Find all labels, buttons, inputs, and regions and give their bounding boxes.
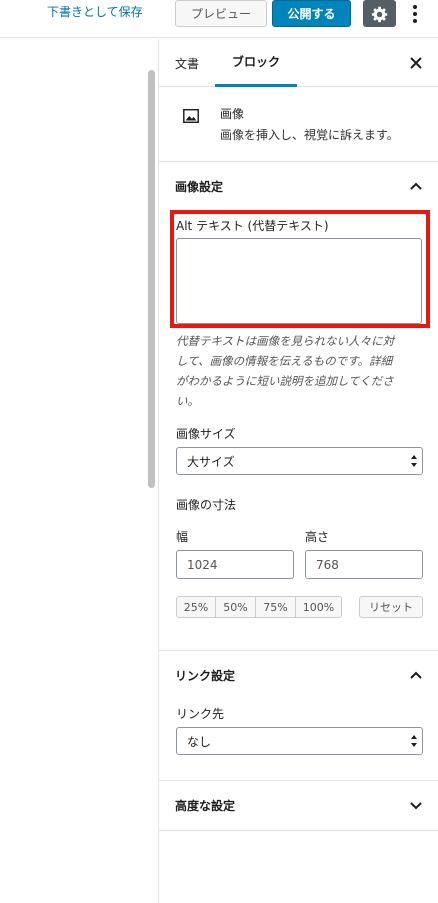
link-settings-title: リンク設定: [175, 668, 236, 683]
size-percent-group: 25% 50% 75% 100%: [176, 596, 342, 618]
link-to-value: なし: [187, 734, 212, 749]
block-title: 画像: [220, 107, 245, 121]
gear-icon: [371, 6, 387, 22]
height-label: 高さ: [305, 530, 330, 544]
reset-size-button[interactable]: リセット: [359, 596, 423, 618]
alt-text-textarea[interactable]: [176, 238, 422, 324]
alt-text-help-line: して、画像の情報を伝えるものです。詳細: [176, 354, 393, 368]
select-arrows-icon: [411, 455, 417, 467]
alt-text-help-line: い。: [176, 394, 199, 408]
percent-75-button[interactable]: 75%: [256, 597, 296, 617]
tab-document[interactable]: 文書: [159, 39, 215, 87]
save-draft-button[interactable]: 下書きとして保存: [47, 3, 143, 20]
alt-text-help-line: 代替テキストは画像を見られない人々に対: [176, 334, 395, 348]
image-size-select[interactable]: 大サイズ: [176, 447, 423, 475]
percent-25-button[interactable]: 25%: [177, 597, 216, 617]
image-size-label: 画像サイズ: [176, 427, 236, 441]
height-input[interactable]: 768: [305, 550, 423, 579]
settings-sidebar: 文書 ブロック 画像 画像を挿入し、視覚に訴えます。 画像設定 Alt テキスト…: [158, 39, 438, 903]
panel-divider: [159, 830, 438, 831]
more-vertical-icon: [413, 4, 417, 23]
editor-header: 下書きとして保存 プレビュー 公開する: [0, 0, 438, 38]
advanced-settings-toggle[interactable]: 高度な設定: [159, 781, 438, 829]
link-settings-toggle[interactable]: リンク設定: [159, 651, 438, 699]
close-icon: [410, 57, 422, 69]
settings-button[interactable]: [363, 0, 396, 27]
image-size-value: 大サイズ: [187, 454, 235, 469]
image-settings-toggle[interactable]: 画像設定: [159, 162, 438, 210]
alt-text-label: Alt テキスト (代替テキスト): [176, 219, 329, 233]
percent-50-button[interactable]: 50%: [216, 597, 256, 617]
image-settings-title: 画像設定: [175, 179, 224, 194]
close-sidebar-button[interactable]: [407, 54, 425, 72]
tab-block[interactable]: ブロック: [215, 39, 297, 87]
sidebar-tabs: 文書 ブロック: [159, 39, 438, 87]
alt-text-help-line: がわかるように短い説明を追加してくださ: [176, 374, 394, 388]
publish-button[interactable]: 公開する: [272, 0, 351, 27]
chevron-down-icon: [410, 802, 422, 810]
link-to-label: リンク先: [176, 707, 225, 721]
chevron-up-icon: [410, 182, 422, 190]
alt-text-help: 代替テキストは画像を見られない人々に対 して、画像の情報を伝えるものです。詳細 …: [176, 331, 424, 411]
select-arrows-icon: [411, 735, 417, 747]
width-input[interactable]: 1024: [176, 550, 294, 579]
image-dimensions-label: 画像の寸法: [176, 498, 237, 512]
block-card: 画像 画像を挿入し、視覚に訴えます。: [159, 88, 438, 162]
block-description: 画像を挿入し、視覚に訴えます。: [220, 128, 399, 142]
more-options-button[interactable]: [405, 0, 425, 27]
advanced-settings-title: 高度な設定: [175, 798, 236, 813]
editor-scrollbar-thumb[interactable]: [148, 70, 155, 488]
image-icon: [183, 108, 199, 124]
chevron-up-icon: [410, 671, 422, 679]
percent-100-button[interactable]: 100%: [296, 597, 341, 617]
preview-button[interactable]: プレビュー: [175, 0, 267, 27]
editor-canvas[interactable]: [0, 39, 158, 903]
width-label: 幅: [176, 530, 189, 544]
link-to-select[interactable]: なし: [176, 727, 423, 755]
